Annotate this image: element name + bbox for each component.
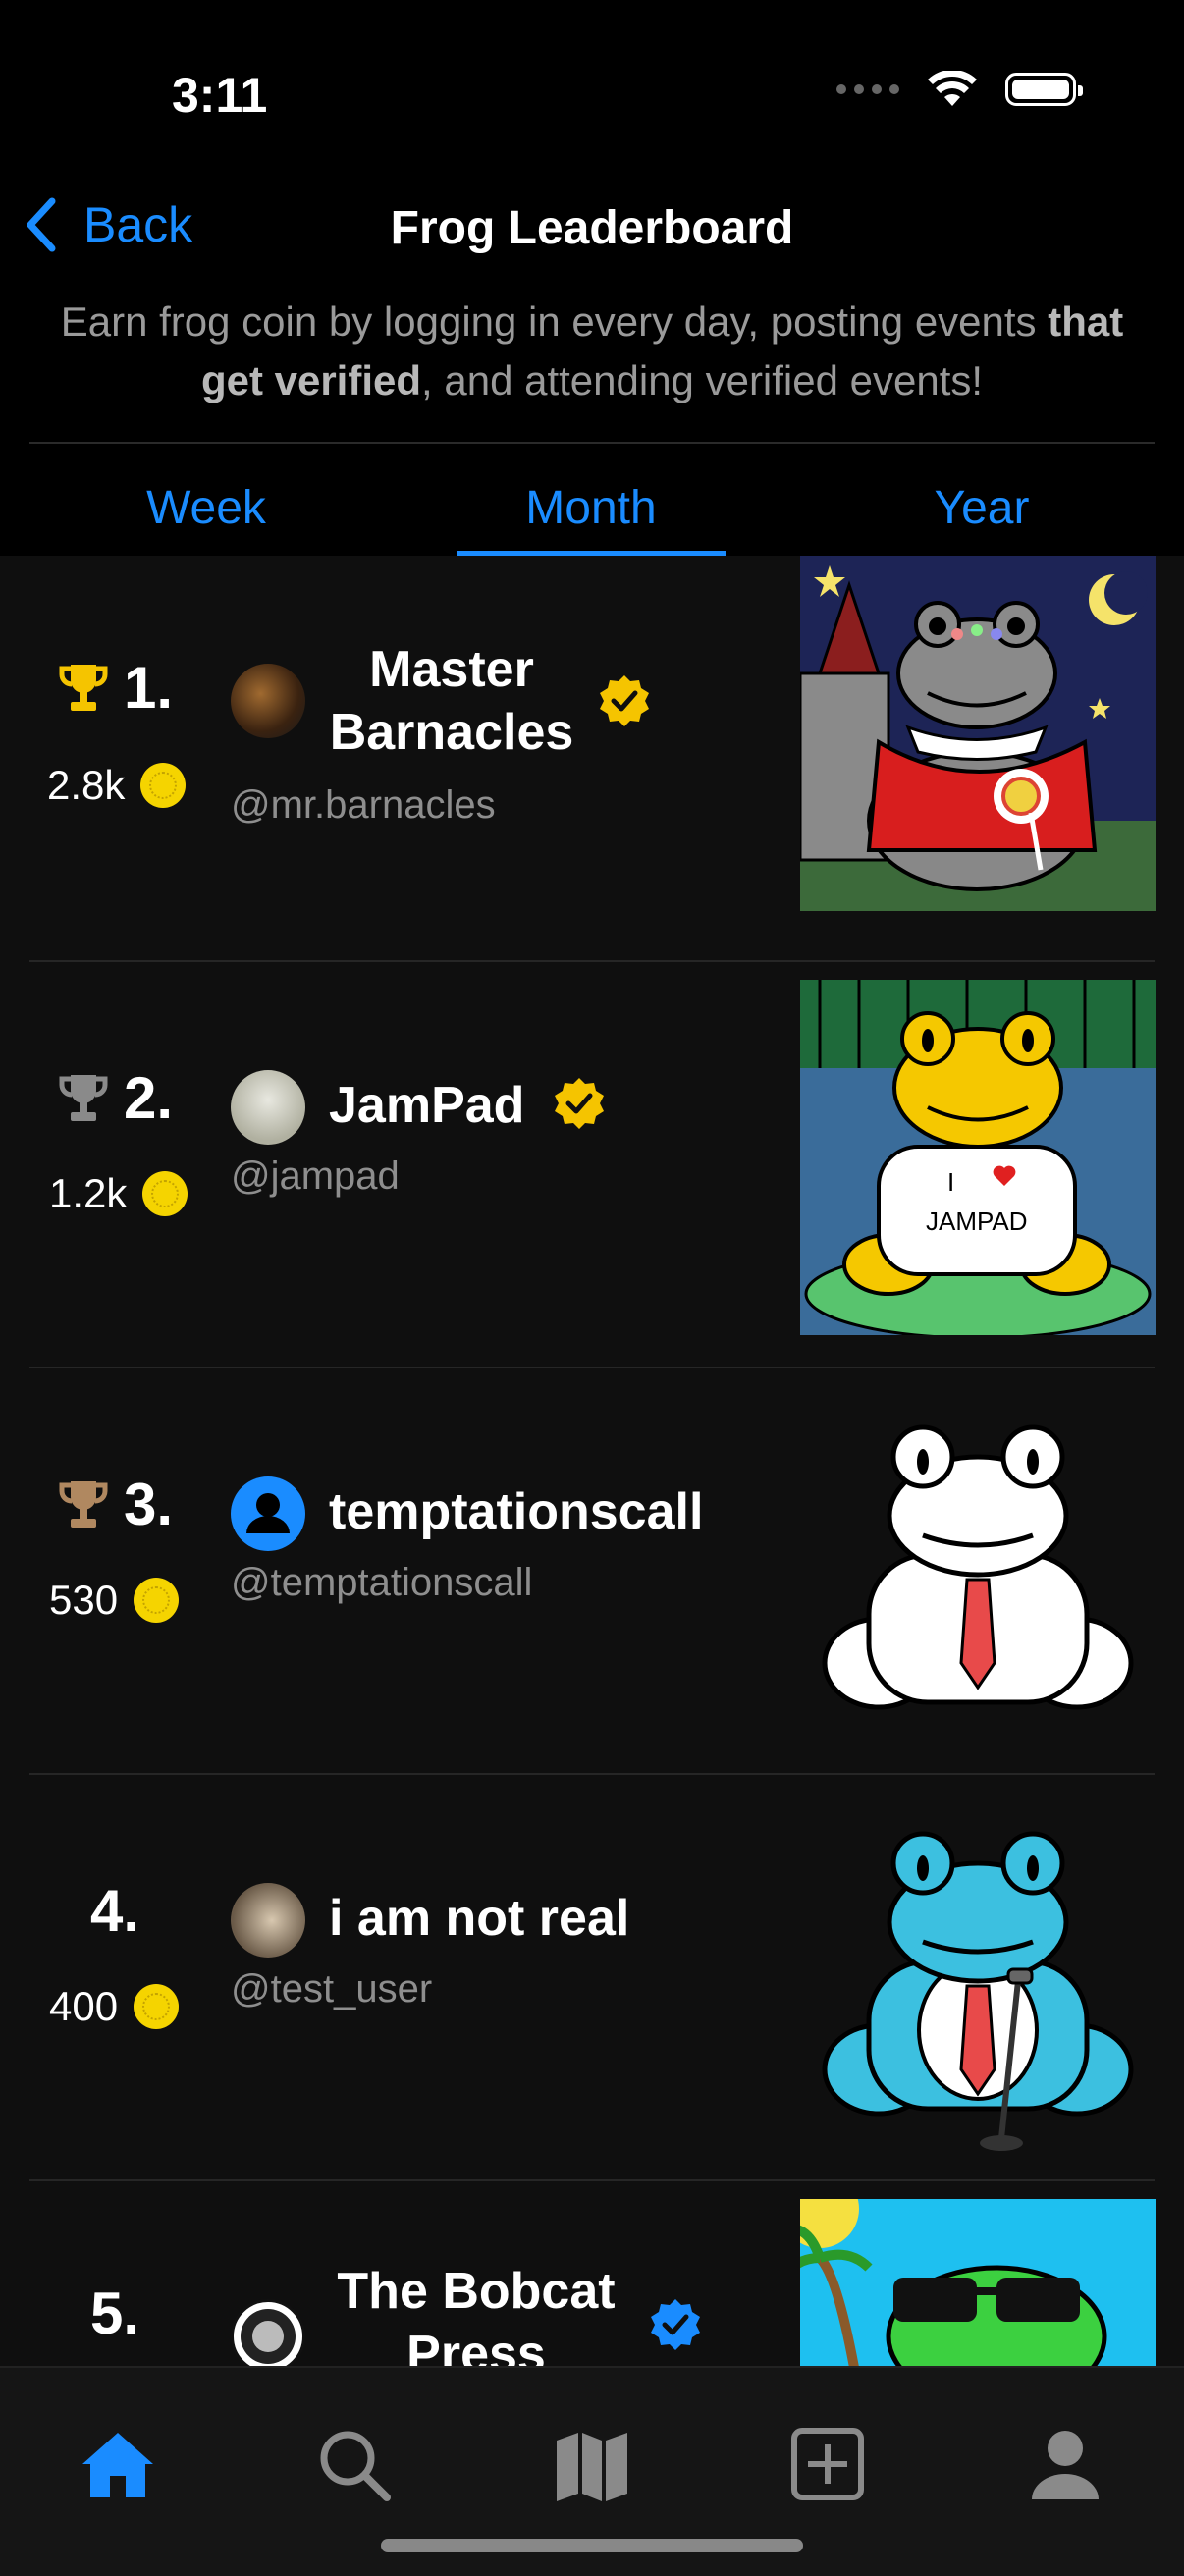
frog-coin-icon bbox=[134, 1578, 180, 1623]
description-text: Earn frog coin by logging in every day, … bbox=[60, 298, 1049, 345]
map-icon[interactable] bbox=[553, 2425, 631, 2503]
leaderboard-row[interactable]: 5. The Bobcat Press bbox=[0, 2181, 1184, 2366]
silver-trophy-icon bbox=[59, 1074, 108, 1121]
user-name-line: Master bbox=[369, 641, 534, 698]
coin-amount: 400 bbox=[49, 1983, 119, 2029]
suit-frog-avatar-art bbox=[822, 1424, 1134, 1710]
avatar[interactable] bbox=[231, 1070, 305, 1145]
user-name-line: Press bbox=[406, 2326, 546, 2366]
coin-amount: 530 bbox=[49, 1577, 119, 1623]
leaderboard-description: Earn frog coin by logging in every day, … bbox=[29, 293, 1155, 410]
avatar[interactable] bbox=[231, 664, 305, 738]
user-name[interactable]: JamPad bbox=[329, 1074, 524, 1137]
coin-count: 2.8k bbox=[47, 762, 187, 809]
frog-coin-icon bbox=[140, 763, 187, 808]
user-name-line: The Bobcat bbox=[337, 2263, 616, 2320]
rank: 4. bbox=[90, 1877, 139, 1945]
leaderboard-row[interactable]: 4. 400 i am not real @test_user bbox=[0, 1775, 1184, 2181]
rank-number: 3. bbox=[124, 1472, 174, 1537]
status-time: 3:11 bbox=[172, 68, 268, 123]
battery-icon bbox=[1005, 73, 1083, 106]
coin-count: 530 bbox=[49, 1577, 180, 1624]
search-icon[interactable] bbox=[314, 2425, 393, 2503]
home-icon[interactable] bbox=[79, 2425, 157, 2503]
user-handle: @test_user bbox=[231, 1967, 433, 2011]
user-handle: @jampad bbox=[231, 1154, 400, 1198]
tab-month[interactable]: Month bbox=[457, 481, 726, 535]
coin-count: 400 bbox=[49, 1983, 180, 2030]
leaderboard-row[interactable]: 1. 2.8k Master Barnacles @mr.barnacles bbox=[0, 556, 1184, 962]
default-avatar-icon[interactable] bbox=[231, 1476, 305, 1551]
page-title: Frog Leaderboard bbox=[390, 202, 794, 254]
coin-amount: 1.2k bbox=[49, 1170, 128, 1216]
user-name[interactable]: The Bobcat Press bbox=[329, 2260, 623, 2366]
shirt-text-i: I bbox=[947, 1167, 954, 1197]
rank-number: 2. bbox=[124, 1065, 174, 1131]
shirt-text-jampad: JAMPAD bbox=[926, 1207, 1028, 1236]
add-icon[interactable] bbox=[788, 2425, 867, 2503]
user-handle: @temptationscall bbox=[231, 1561, 533, 1604]
home-indicator[interactable] bbox=[381, 2539, 803, 2552]
rank: 3. bbox=[59, 1471, 173, 1538]
user-name[interactable]: temptationscall bbox=[329, 1480, 703, 1543]
castle-frog-avatar-art bbox=[800, 556, 1156, 911]
bronze-trophy-icon bbox=[59, 1480, 108, 1528]
description-text-end: , and attending verified events! bbox=[421, 357, 984, 403]
user-name[interactable]: Master Barnacles bbox=[329, 638, 574, 764]
rank-number: 1. bbox=[124, 655, 174, 721]
divider bbox=[29, 442, 1155, 444]
avatar[interactable] bbox=[231, 2299, 305, 2366]
blue-verified-icon bbox=[651, 2299, 700, 2350]
rank: 5. bbox=[90, 2280, 139, 2347]
jampad-frog-avatar-art: I JAMPAD bbox=[800, 980, 1156, 1335]
tab-year[interactable]: Year bbox=[879, 481, 1085, 535]
user-handle: @mr.barnacles bbox=[231, 783, 496, 827]
gold-verified-icon bbox=[600, 675, 649, 726]
user-name[interactable]: i am not real bbox=[329, 1887, 629, 1950]
user-name-line: Barnacles bbox=[329, 704, 574, 761]
coin-amount: 2.8k bbox=[47, 762, 126, 808]
avatar[interactable] bbox=[231, 1883, 305, 1958]
coin-count: 1.2k bbox=[49, 1170, 188, 1217]
tab-week[interactable]: Week bbox=[108, 481, 304, 535]
wifi-icon bbox=[928, 71, 977, 106]
status-icons bbox=[836, 71, 1083, 108]
rank-number: 4. bbox=[90, 1878, 140, 1944]
gold-verified-icon bbox=[555, 1078, 604, 1129]
frog-coin-icon bbox=[134, 1984, 180, 2029]
beach-frog-avatar-art bbox=[800, 2199, 1156, 2366]
rank: 1. bbox=[59, 654, 173, 722]
blue-frog-avatar-art bbox=[822, 1831, 1134, 2151]
leaderboard-row[interactable]: 2. 1.2k JamPad @jampad I JAMPAD bbox=[0, 962, 1184, 1368]
leaderboard-list[interactable]: 1. 2.8k Master Barnacles @mr.barnacles 2… bbox=[0, 556, 1184, 2366]
cellular-icon bbox=[836, 84, 899, 94]
frog-coin-icon bbox=[142, 1171, 188, 1216]
rank-number: 5. bbox=[90, 2281, 140, 2346]
rank: 2. bbox=[59, 1064, 173, 1132]
leaderboard-row[interactable]: 3. 530 temptationscall @temptationscall bbox=[0, 1368, 1184, 1775]
gold-trophy-icon bbox=[59, 664, 108, 711]
profile-icon[interactable] bbox=[1026, 2425, 1104, 2503]
